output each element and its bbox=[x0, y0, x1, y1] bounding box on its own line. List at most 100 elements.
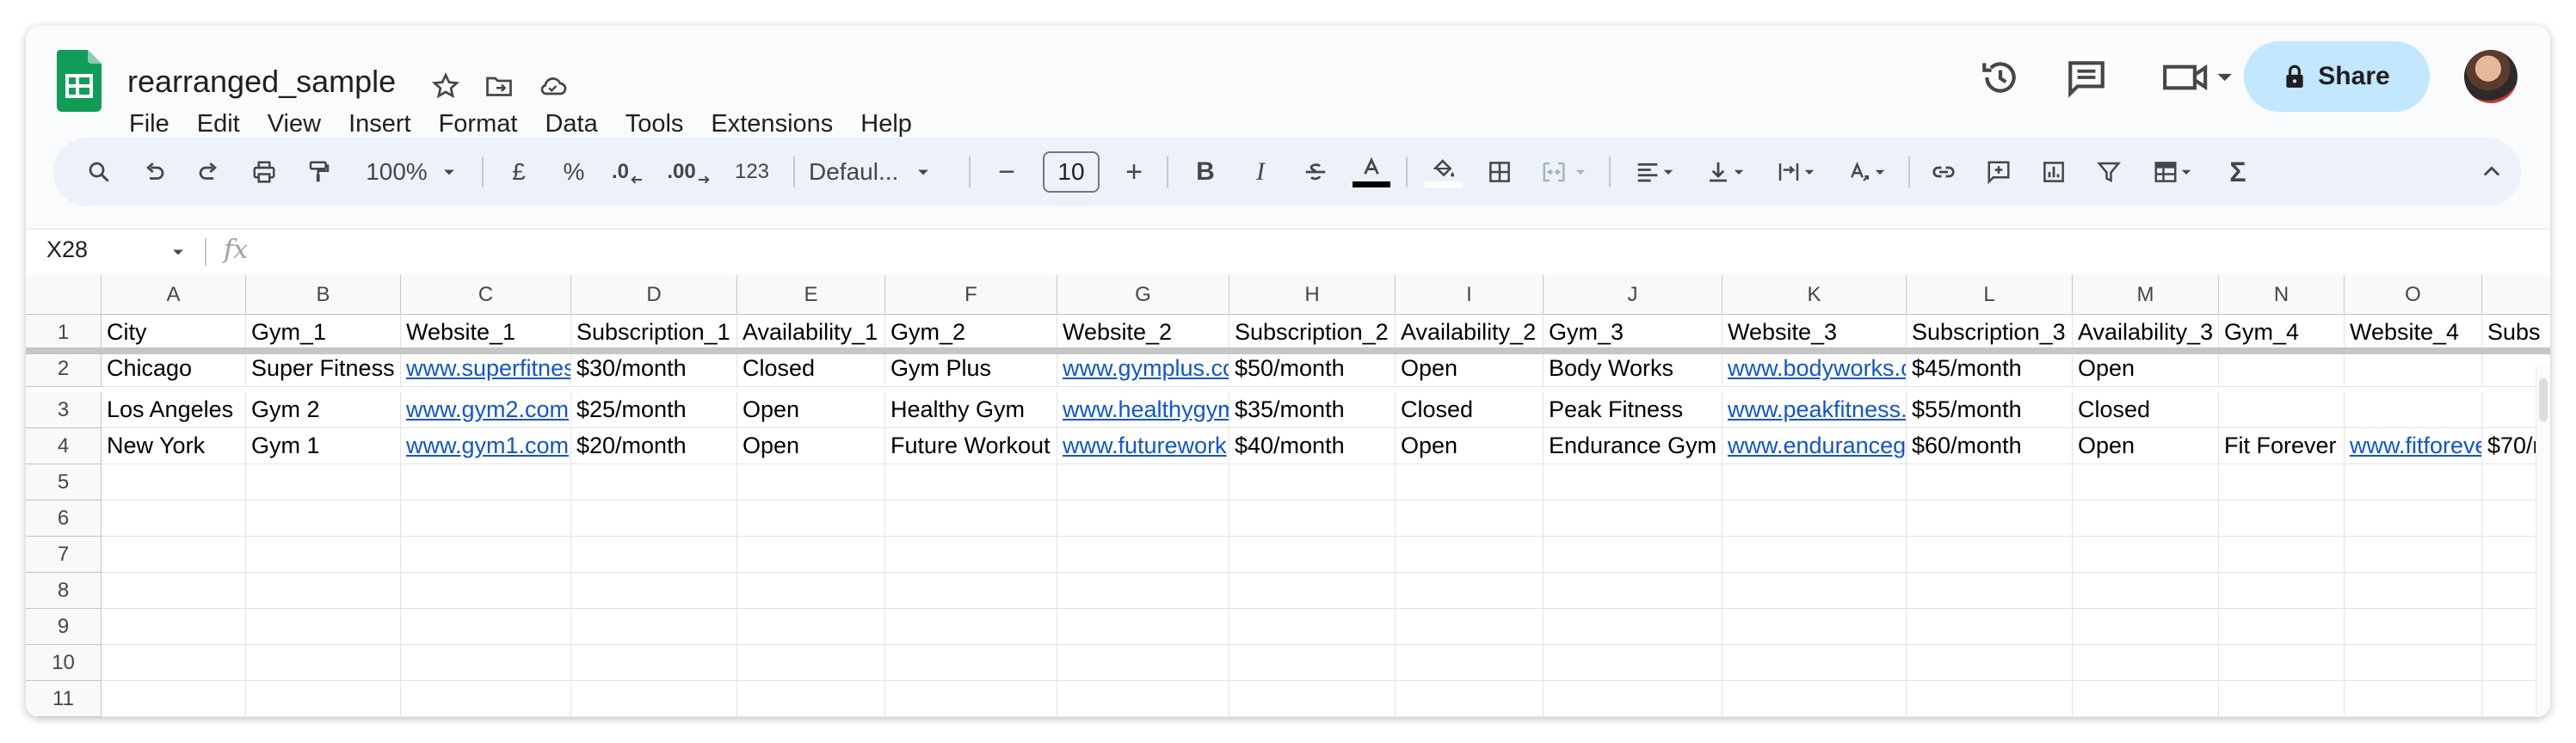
borders-button[interactable] bbox=[1478, 138, 1521, 206]
cloud-saved-icon[interactable] bbox=[537, 71, 568, 101]
cell[interactable] bbox=[401, 464, 571, 500]
cell[interactable] bbox=[1229, 609, 1396, 645]
cell[interactable] bbox=[1396, 537, 1544, 573]
cell[interactable] bbox=[1396, 645, 1544, 681]
menu-tools[interactable]: Tools bbox=[626, 110, 684, 138]
cell[interactable] bbox=[401, 681, 571, 717]
cell[interactable] bbox=[1396, 609, 1544, 645]
more-formats-button[interactable]: 123 bbox=[724, 138, 780, 206]
cell[interactable] bbox=[1229, 537, 1396, 573]
cell[interactable]: Gym Plus bbox=[885, 351, 1057, 387]
cell[interactable]: Subscription_1 bbox=[571, 315, 737, 351]
font-family-select[interactable]: Defaul... bbox=[809, 138, 955, 206]
cell[interactable] bbox=[102, 573, 246, 609]
font-size-input[interactable]: 10 bbox=[1043, 151, 1100, 193]
cell[interactable] bbox=[1544, 609, 1722, 645]
insert-link-button[interactable] bbox=[1922, 138, 1965, 206]
cell[interactable] bbox=[401, 573, 571, 609]
cell[interactable] bbox=[2219, 537, 2345, 573]
cell[interactable]: Healthy Gym bbox=[885, 392, 1057, 428]
vertical-align-button[interactable] bbox=[1695, 138, 1757, 206]
cell[interactable] bbox=[1907, 537, 2073, 573]
undo-button[interactable] bbox=[132, 138, 176, 206]
cell[interactable] bbox=[1396, 464, 1544, 500]
cell[interactable]: $60/month bbox=[1907, 428, 2073, 464]
cell[interactable]: Fit Forever bbox=[2219, 428, 2345, 464]
column-header-f[interactable]: F bbox=[885, 275, 1057, 315]
cell[interactable] bbox=[737, 645, 885, 681]
cell[interactable] bbox=[2345, 392, 2482, 428]
row-header-1[interactable]: 1 bbox=[26, 315, 102, 351]
cell[interactable]: Website_2 bbox=[1057, 315, 1229, 351]
cell[interactable] bbox=[1057, 609, 1229, 645]
cell[interactable]: Website_4 bbox=[2345, 315, 2482, 351]
cell[interactable] bbox=[571, 609, 737, 645]
cell[interactable] bbox=[246, 537, 401, 573]
row-header-11[interactable]: 11 bbox=[26, 681, 102, 717]
cell[interactable]: Website_3 bbox=[1722, 315, 1907, 351]
cell[interactable] bbox=[1057, 681, 1229, 717]
cell[interactable] bbox=[401, 537, 571, 573]
cell[interactable] bbox=[571, 464, 737, 500]
functions-button[interactable]: Σ bbox=[2216, 138, 2259, 206]
cell[interactable]: Endurance Gym bbox=[1544, 428, 1722, 464]
percent-format-button[interactable]: % bbox=[552, 138, 595, 206]
cell[interactable]: Gym_1 bbox=[246, 315, 401, 351]
cell[interactable] bbox=[2345, 573, 2482, 609]
cell[interactable]: $50/month bbox=[1229, 351, 1396, 387]
cell[interactable] bbox=[2219, 500, 2345, 537]
cell[interactable] bbox=[1229, 573, 1396, 609]
menu-view[interactable]: View bbox=[268, 110, 321, 138]
sheets-logo-icon[interactable] bbox=[57, 50, 102, 112]
column-header-j[interactable]: J bbox=[1544, 275, 1722, 315]
collapse-toolbar-button[interactable] bbox=[2473, 138, 2511, 206]
select-all-corner[interactable] bbox=[26, 275, 102, 315]
document-title[interactable]: rearranged_sample bbox=[127, 64, 396, 100]
cell[interactable]: $30/month bbox=[571, 351, 737, 387]
cell[interactable]: www.superfitness bbox=[401, 351, 571, 387]
cell[interactable]: Super Fitness bbox=[246, 351, 401, 387]
cell[interactable]: Subs bbox=[2482, 315, 2550, 351]
column-header-l[interactable]: L bbox=[1907, 275, 2073, 315]
row-header-10[interactable]: 10 bbox=[26, 645, 102, 681]
merge-cells-button[interactable] bbox=[1530, 138, 1599, 206]
decrease-font-size-button[interactable]: − bbox=[986, 138, 1027, 206]
cell[interactable] bbox=[1229, 464, 1396, 500]
cell[interactable] bbox=[1907, 681, 2073, 717]
cell[interactable]: Peak Fitness bbox=[1544, 392, 1722, 428]
cell[interactable] bbox=[1722, 464, 1907, 500]
cell[interactable] bbox=[737, 681, 885, 717]
column-header[interactable] bbox=[2482, 275, 2550, 315]
cell[interactable] bbox=[401, 500, 571, 537]
cell[interactable] bbox=[401, 645, 571, 681]
cell[interactable] bbox=[1057, 537, 1229, 573]
cell[interactable] bbox=[571, 573, 737, 609]
cell[interactable] bbox=[1057, 573, 1229, 609]
cell[interactable] bbox=[102, 609, 246, 645]
cell[interactable]: Open bbox=[737, 392, 885, 428]
cell[interactable]: $40/month bbox=[1229, 428, 1396, 464]
cell[interactable] bbox=[1722, 609, 1907, 645]
cell[interactable] bbox=[1057, 464, 1229, 500]
cell[interactable]: $55/month bbox=[1907, 392, 2073, 428]
cell[interactable] bbox=[885, 681, 1057, 717]
currency-format-button[interactable]: £ bbox=[497, 138, 540, 206]
column-header-k[interactable]: K bbox=[1722, 275, 1907, 315]
cell[interactable]: Body Works bbox=[1544, 351, 1722, 387]
cell[interactable]: $35/month bbox=[1229, 392, 1396, 428]
column-header-i[interactable]: I bbox=[1396, 275, 1544, 315]
row-header-5[interactable]: 5 bbox=[26, 464, 102, 500]
cell[interactable] bbox=[2219, 645, 2345, 681]
cell[interactable] bbox=[885, 573, 1057, 609]
cell[interactable] bbox=[102, 645, 246, 681]
fill-color-button[interactable] bbox=[1421, 138, 1466, 206]
cell[interactable]: City bbox=[102, 315, 246, 351]
share-button[interactable]: Share bbox=[2244, 41, 2430, 112]
cell[interactable] bbox=[2219, 609, 2345, 645]
menu-extensions[interactable]: Extensions bbox=[711, 110, 833, 138]
cell[interactable] bbox=[1544, 500, 1722, 537]
cell[interactable] bbox=[1722, 681, 1907, 717]
cell[interactable] bbox=[2219, 464, 2345, 500]
cell[interactable]: Availability_2 bbox=[1396, 315, 1544, 351]
cell[interactable]: Closed bbox=[737, 351, 885, 387]
